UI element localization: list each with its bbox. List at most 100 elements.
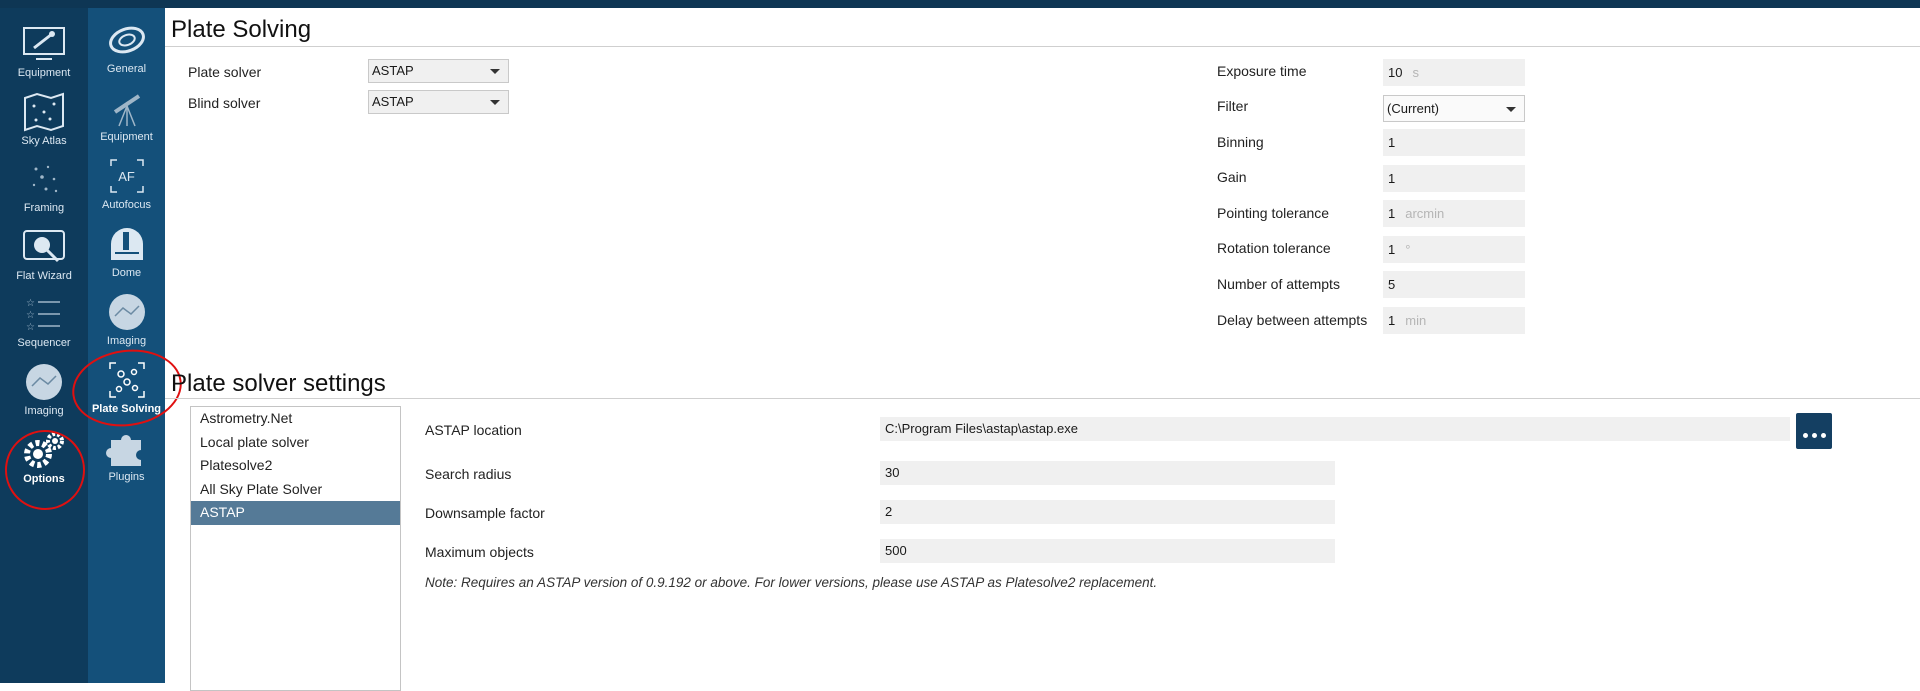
exposure-time-value: 10 xyxy=(1388,65,1403,80)
nav-dome[interactable]: Dome xyxy=(88,224,165,290)
dot-icon xyxy=(1820,432,1826,438)
nav-equipment[interactable]: Equipment xyxy=(0,24,88,90)
autofocus-icon: AF xyxy=(105,156,149,196)
attempts-label: Number of attempts xyxy=(1217,276,1340,292)
nav-label: Sequencer xyxy=(17,337,71,349)
solver-list-item[interactable]: Local plate solver xyxy=(191,431,400,455)
pointing-tolerance-input[interactable]: 1 arcmin xyxy=(1383,200,1525,227)
filter-select[interactable]: (Current) xyxy=(1383,95,1525,122)
gain-input[interactable]: 1 xyxy=(1383,165,1525,192)
nav-label: Imaging xyxy=(106,335,147,347)
filter-label: Filter xyxy=(1217,98,1249,114)
svg-text:☆: ☆ xyxy=(26,298,35,309)
flat-wizard-icon xyxy=(22,227,66,267)
filter-value: (Current) xyxy=(1387,101,1440,116)
nav-general[interactable]: General xyxy=(88,20,165,86)
title-bar xyxy=(0,0,1920,8)
rotation-tolerance-label: Rotation tolerance xyxy=(1217,240,1331,256)
plate-solver-select[interactable]: ASTAP xyxy=(368,59,509,83)
nav-framing[interactable]: Framing xyxy=(0,159,88,225)
nav-label: Equipment xyxy=(100,131,153,143)
galaxy-icon xyxy=(105,20,149,60)
dome-icon xyxy=(105,224,149,264)
nav-label: Framing xyxy=(23,202,65,214)
pointing-tolerance-label: Pointing tolerance xyxy=(1217,205,1330,221)
primary-sidebar: Equipment Sky Atlas Framing Flat Wizard … xyxy=(0,8,88,683)
nav-flat-wizard[interactable]: Flat Wizard xyxy=(0,227,88,293)
page-title: Plate Solving xyxy=(171,16,312,43)
telescope-screen-icon xyxy=(22,24,66,64)
puzzle-icon xyxy=(105,428,149,468)
astap-version-note: Note: Requires an ASTAP version of 0.9.1… xyxy=(425,575,1158,590)
nav-label: Equipment xyxy=(17,67,71,79)
attempts-value: 5 xyxy=(1388,277,1396,292)
nav-plate-solving[interactable]: Plate Solving xyxy=(88,360,165,426)
downsample-factor-input[interactable]: 2 xyxy=(880,500,1335,524)
nav-imaging[interactable]: Imaging xyxy=(0,362,88,428)
blind-solver-select[interactable]: ASTAP xyxy=(368,90,509,114)
attempts-input[interactable]: 5 xyxy=(1383,271,1525,298)
nav-label: Options xyxy=(23,473,65,485)
rotation-tolerance-value: 1 xyxy=(1388,242,1396,257)
astap-location-input[interactable]: C:\Program Files\astap\astap.exe xyxy=(880,417,1790,441)
nav-label: Flat Wizard xyxy=(16,270,72,282)
nav-autofocus[interactable]: AF Autofocus xyxy=(88,156,165,222)
stars-icon xyxy=(22,159,66,199)
search-radius-value: 30 xyxy=(885,465,900,480)
binning-input[interactable]: 1 xyxy=(1383,129,1525,156)
delay-unit: min xyxy=(1405,313,1427,328)
rotation-tolerance-input[interactable]: 1 ° xyxy=(1383,236,1525,263)
exposure-time-label: Exposure time xyxy=(1217,63,1307,79)
binning-label: Binning xyxy=(1217,134,1264,150)
delay-input[interactable]: 1 min xyxy=(1383,307,1525,334)
maximum-objects-input[interactable]: 500 xyxy=(880,539,1335,563)
nav-plugins[interactable]: Plugins xyxy=(88,428,165,494)
nav-label: General xyxy=(106,63,147,75)
solver-list-item[interactable]: All Sky Plate Solver xyxy=(191,478,400,502)
svg-text:☆: ☆ xyxy=(26,310,35,321)
nav-sequencer[interactable]: ☆ ☆ ☆ Sequencer xyxy=(0,294,88,360)
telescope-icon xyxy=(105,88,149,128)
nav-sky-atlas[interactable]: Sky Atlas xyxy=(0,92,88,158)
nav-equipment-settings[interactable]: Equipment xyxy=(88,88,165,154)
dot-icon xyxy=(1802,432,1808,438)
blind-solver-value: ASTAP xyxy=(372,94,414,109)
sky-map-icon xyxy=(22,92,66,132)
astap-location-label: ASTAP location xyxy=(425,422,522,438)
svg-text:☆: ☆ xyxy=(26,322,35,333)
browse-button[interactable] xyxy=(1796,413,1832,449)
downsample-factor-label: Downsample factor xyxy=(425,505,545,521)
maximum-objects-value: 500 xyxy=(885,543,907,558)
solver-list-item[interactable]: Platesolve2 xyxy=(191,454,400,478)
plate-solver-label: Plate solver xyxy=(188,64,262,80)
section-divider xyxy=(165,398,1920,399)
maximum-objects-label: Maximum objects xyxy=(425,544,534,560)
dot-icon xyxy=(1811,432,1817,438)
chevron-down-icon xyxy=(490,69,500,74)
gain-label: Gain xyxy=(1217,169,1247,185)
nav-imaging-settings[interactable]: Imaging xyxy=(88,292,165,358)
pointing-tolerance-value: 1 xyxy=(1388,206,1396,221)
gain-value: 1 xyxy=(1388,171,1396,186)
exposure-time-input[interactable]: 10 s xyxy=(1383,59,1525,86)
imaging-icon xyxy=(105,292,149,332)
solver-list-item[interactable]: Astrometry.Net xyxy=(191,407,400,431)
sequencer-icon: ☆ ☆ ☆ xyxy=(22,294,66,334)
solver-list-item-selected[interactable]: ASTAP xyxy=(191,501,400,525)
search-radius-input[interactable]: 30 xyxy=(880,461,1335,485)
plate-solving-icon xyxy=(105,360,149,400)
nav-label: Imaging xyxy=(24,405,64,417)
delay-value: 1 xyxy=(1388,313,1396,328)
astap-location-value: C:\Program Files\astap\astap.exe xyxy=(885,421,1078,436)
search-radius-label: Search radius xyxy=(425,466,512,482)
nav-label: Plate Solving xyxy=(91,403,162,415)
nav-label: Autofocus xyxy=(102,199,151,211)
section-title: Plate solver settings xyxy=(171,370,386,397)
downsample-factor-value: 2 xyxy=(885,504,893,519)
pointing-tolerance-unit: arcmin xyxy=(1405,206,1445,221)
autofocus-glyph: AF xyxy=(118,168,135,184)
main-content: Plate Solving Plate solver ASTAP Blind s… xyxy=(165,8,1920,691)
delay-label: Delay between attempts xyxy=(1217,312,1368,328)
nav-options[interactable]: Options xyxy=(0,430,88,496)
chevron-down-icon xyxy=(1506,107,1516,112)
